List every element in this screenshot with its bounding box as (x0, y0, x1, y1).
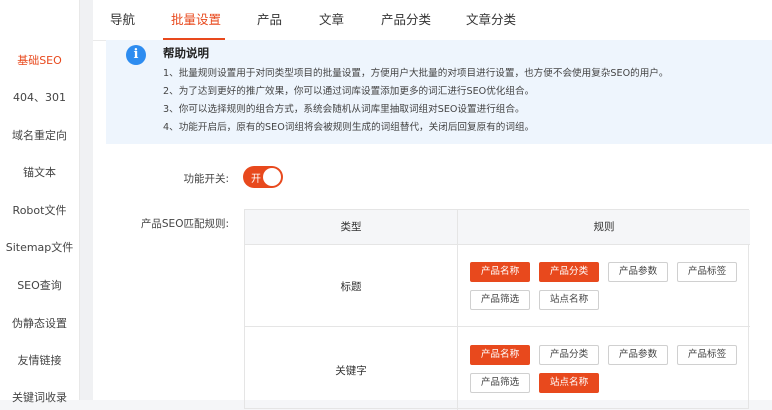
tab-bar: 导航 批量设置 产品 文章 产品分类 文章分类 (93, 0, 772, 41)
tag-keywords-product-category[interactable]: 产品分类 (539, 345, 599, 365)
tag-title-product-category[interactable]: 产品分类 (539, 262, 599, 282)
layout-gutter (80, 0, 93, 400)
sidebar-item-friend-links[interactable]: 友情链接 (0, 352, 79, 368)
tab-products[interactable]: 产品 (257, 0, 282, 40)
help-line-1: 1、批量规则设置用于对同类型项目的批量设置，方便用户大批量的对项目进行设置，也方… (163, 68, 669, 79)
tab-product-categories[interactable]: 产品分类 (381, 0, 431, 40)
feature-toggle[interactable]: 开 (243, 166, 283, 188)
sidebar-item-robot-file[interactable]: Robot文件 (0, 202, 79, 218)
tag-keywords-product-name[interactable]: 产品名称 (470, 345, 530, 365)
sidebar-item-sitemap-file[interactable]: Sitemap文件 (0, 239, 79, 255)
sidebar-item-domain-redirect[interactable]: 域名重定向 (0, 127, 79, 143)
help-line-3: 3、你可以选择规则的组合方式，系统会随机从词库里抽取词组对SEO设置进行组合。 (163, 104, 525, 115)
sidebar-item-404-301[interactable]: 404、301 (0, 89, 79, 105)
tag-title-product-filter[interactable]: 产品筛选 (470, 290, 530, 310)
sidebar-item-anchor-text[interactable]: 锚文本 (0, 164, 79, 180)
toggle-knob (263, 168, 281, 186)
rule-label: 产品SEO匹配规则: (140, 218, 229, 230)
sidebar-item-seo-query[interactable]: SEO查询 (0, 277, 79, 293)
tag-title-product-tags[interactable]: 产品标签 (677, 262, 737, 282)
tag-title-site-name[interactable]: 站点名称 (539, 290, 599, 310)
help-line-2: 2、为了达到更好的推广效果，你可以通过词库设置添加更多的词汇进行SEO优化组合。 (163, 86, 535, 97)
tab-batch-settings[interactable]: 批量设置 (171, 0, 221, 40)
sidebar-item-keyword-index[interactable]: 关键词收录 (0, 389, 79, 405)
column-divider (457, 210, 458, 410)
tag-keywords-product-params[interactable]: 产品参数 (608, 345, 668, 365)
tag-title-product-params[interactable]: 产品参数 (608, 262, 668, 282)
row-divider (245, 326, 750, 327)
info-icon: i (126, 45, 146, 65)
help-title: 帮助说明 (163, 46, 209, 60)
tab-articles[interactable]: 文章 (319, 0, 344, 40)
help-notice: i 帮助说明 1、批量规则设置用于对同类型项目的批量设置，方便用户大批量的对项目… (106, 40, 772, 144)
table-header-rules: 规则 (458, 210, 750, 245)
row-type-title: 标题 (340, 281, 362, 293)
sidebar-item-pseudo-static[interactable]: 伪静态设置 (0, 315, 79, 331)
tab-article-categories[interactable]: 文章分类 (466, 0, 516, 40)
help-line-4: 4、功能开启后，原有的SEO词组将会被规则生成的词组替代，关闭后回复原有的词组。 (163, 122, 535, 133)
main-panel: 导航 批量设置 产品 文章 产品分类 文章分类 i 帮助说明 1、批量规则设置用… (93, 0, 772, 410)
tab-navigation[interactable]: 导航 (110, 0, 135, 40)
sidebar-item-basic-seo[interactable]: 基础SEO (0, 52, 79, 68)
tag-keywords-product-filter[interactable]: 产品筛选 (470, 373, 530, 393)
row-type-keywords: 关键字 (335, 365, 367, 377)
tag-title-product-name[interactable]: 产品名称 (470, 262, 530, 282)
tag-keywords-product-tags[interactable]: 产品标签 (677, 345, 737, 365)
sidebar: 基础SEO 404、301 域名重定向 锚文本 Robot文件 Sitemap文… (0, 0, 80, 404)
tag-keywords-site-name[interactable]: 站点名称 (539, 373, 599, 393)
feature-switch-label: 功能开关: (183, 173, 229, 185)
rule-table: 类型 规则 标题 产品名称 产品分类 产品参数 产品标签 产品筛选 站点名称 关… (244, 209, 750, 410)
toggle-state-text: 开 (251, 174, 261, 185)
table-header-type: 类型 (245, 210, 457, 245)
